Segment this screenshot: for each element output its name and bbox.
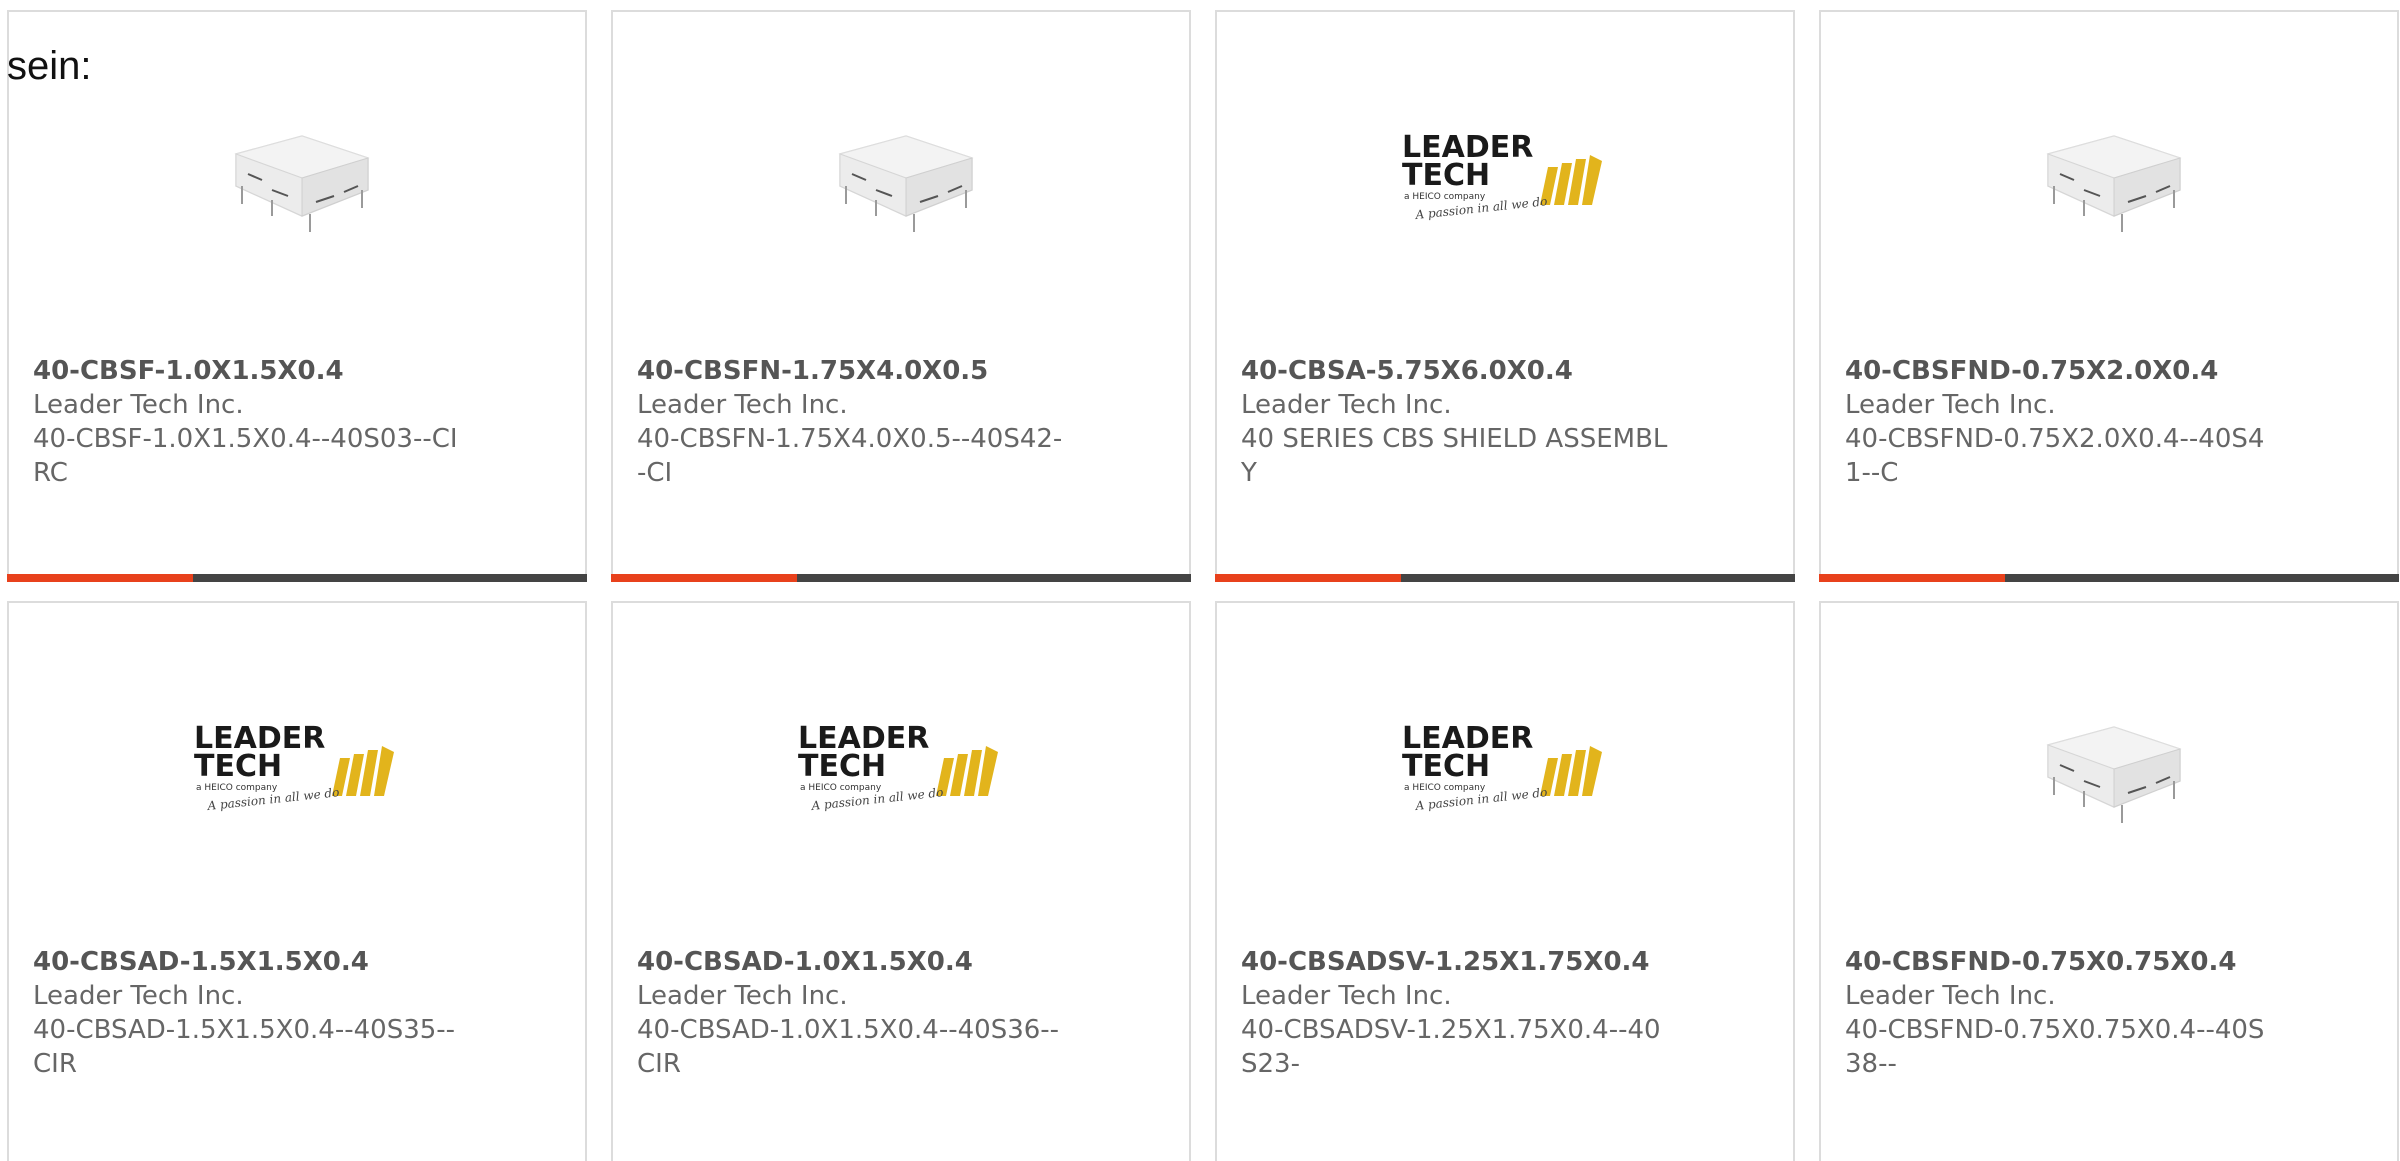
product-description: 40-CBSFND-0.75X2.0X0.4--40S41--C [1845,424,2265,488]
product-description: 40-CBSAD-1.5X1.5X0.4--40S35--CIR [33,1015,456,1079]
shield-can-photo [234,135,370,232]
card-progress-fill [1819,574,2005,582]
shield-can-photo [838,135,974,232]
product-info: 40-CBSA-5.75X6.0X0.4 Leader Tech Inc. 40… [1241,354,1671,490]
product-grid-page: 40-CBSF-1.0X1.5X0.4 Leader Tech Inc. 40-… [0,0,2400,1161]
shield-can-photo [2046,726,2182,823]
product-card[interactable]: 40-CBSFND-0.75X2.0X0.4 Leader Tech Inc. … [1819,10,2399,582]
product-card[interactable]: 40-CBSF-1.0X1.5X0.4 Leader Tech Inc. 40-… [7,10,587,582]
product-info: 40-CBSADSV-1.25X1.75X0.4 Leader Tech Inc… [1241,945,1671,1081]
product-manufacturer: Leader Tech Inc. [1241,981,1452,1011]
product-title[interactable]: 40-CBSAD-1.0X1.5X0.4 [637,945,1067,979]
product-info: 40-CBSF-1.0X1.5X0.4 Leader Tech Inc. 40-… [33,354,463,490]
svg-text:TECH: TECH [194,749,282,784]
card-progress-fill [1215,574,1401,582]
product-card[interactable]: LEADER TECH a HEICO company A passion in… [7,601,587,1161]
product-info: 40-CBSAD-1.5X1.5X0.4 Leader Tech Inc. 40… [33,945,463,1081]
product-description: 40-CBSADSV-1.25X1.75X0.4--40S23- [1241,1015,1661,1079]
shield-can-photo [2046,135,2182,232]
leader-tech-logo: LEADER TECH a HEICO company A passion in… [1402,130,1602,222]
card-progress-bar [1215,574,1795,582]
card-progress-bar [7,574,587,582]
product-info: 40-CBSFN-1.75X4.0X0.5 Leader Tech Inc. 4… [637,354,1067,490]
svg-text:a HEICO company: a HEICO company [1404,192,1486,202]
svg-text:a HEICO company: a HEICO company [800,783,882,793]
product-manufacturer: Leader Tech Inc. [637,981,848,1011]
product-manufacturer: Leader Tech Inc. [1845,390,2056,420]
product-image: LEADER TECH a HEICO company A passion in… [613,703,1189,843]
product-info: 40-CBSFND-0.75X2.0X0.4 Leader Tech Inc. … [1845,354,2275,490]
product-image [1821,703,2397,843]
product-manufacturer: Leader Tech Inc. [637,390,848,420]
product-image: LEADER TECH a HEICO company A passion in… [1217,703,1793,843]
product-title[interactable]: 40-CBSFN-1.75X4.0X0.5 [637,354,1067,388]
product-card[interactable]: LEADER TECH a HEICO company A passion in… [1215,10,1795,582]
product-manufacturer: Leader Tech Inc. [1241,390,1452,420]
product-title[interactable]: 40-CBSA-5.75X6.0X0.4 [1241,354,1671,388]
product-image [613,112,1189,252]
product-image [1821,112,2397,252]
product-description: 40-CBSF-1.0X1.5X0.4--40S03--CIRC [33,424,458,488]
product-card[interactable]: 40-CBSFND-0.75X0.75X0.4 Leader Tech Inc.… [1819,601,2399,1161]
svg-text:TECH: TECH [1402,158,1490,193]
product-info: 40-CBSFND-0.75X0.75X0.4 Leader Tech Inc.… [1845,945,2275,1081]
svg-text:TECH: TECH [798,749,886,784]
product-card[interactable]: 40-CBSFN-1.75X4.0X0.5 Leader Tech Inc. 4… [611,10,1191,582]
product-image: LEADER TECH a HEICO company A passion in… [9,703,585,843]
leader-tech-logo: LEADER TECH a HEICO company A passion in… [1402,721,1602,813]
product-card[interactable]: LEADER TECH a HEICO company A passion in… [1215,601,1795,1161]
card-progress-bar [611,574,1191,582]
product-card[interactable]: LEADER TECH a HEICO company A passion in… [611,601,1191,1161]
product-title[interactable]: 40-CBSFND-0.75X0.75X0.4 [1845,945,2275,979]
product-description: 40-CBSAD-1.0X1.5X0.4--40S36--CIR [637,1015,1060,1079]
product-manufacturer: Leader Tech Inc. [1845,981,2056,1011]
product-image [9,112,585,252]
product-title[interactable]: 40-CBSADSV-1.25X1.75X0.4 [1241,945,1671,979]
product-image: LEADER TECH a HEICO company A passion in… [1217,112,1793,252]
product-title[interactable]: 40-CBSFND-0.75X2.0X0.4 [1845,354,2275,388]
intro-text: sein: [7,44,92,88]
product-title[interactable]: 40-CBSF-1.0X1.5X0.4 [33,354,463,388]
svg-text:a HEICO company: a HEICO company [196,783,278,793]
leader-tech-logo: LEADER TECH a HEICO company A passion in… [798,721,998,813]
card-progress-fill [611,574,797,582]
card-progress-bar [1819,574,2399,582]
svg-text:TECH: TECH [1402,749,1490,784]
product-manufacturer: Leader Tech Inc. [33,981,244,1011]
card-progress-fill [7,574,193,582]
product-info: 40-CBSAD-1.0X1.5X0.4 Leader Tech Inc. 40… [637,945,1067,1081]
svg-text:a HEICO company: a HEICO company [1404,783,1486,793]
product-manufacturer: Leader Tech Inc. [33,390,244,420]
product-title[interactable]: 40-CBSAD-1.5X1.5X0.4 [33,945,463,979]
leader-tech-logo: LEADER TECH a HEICO company A passion in… [194,721,394,813]
product-description: 40-CBSFN-1.75X4.0X0.5--40S42--CI [637,424,1063,488]
product-description: 40 SERIES CBS SHIELD ASSEMBLY [1241,424,1668,488]
product-description: 40-CBSFND-0.75X0.75X0.4--40S38-- [1845,1015,2265,1079]
